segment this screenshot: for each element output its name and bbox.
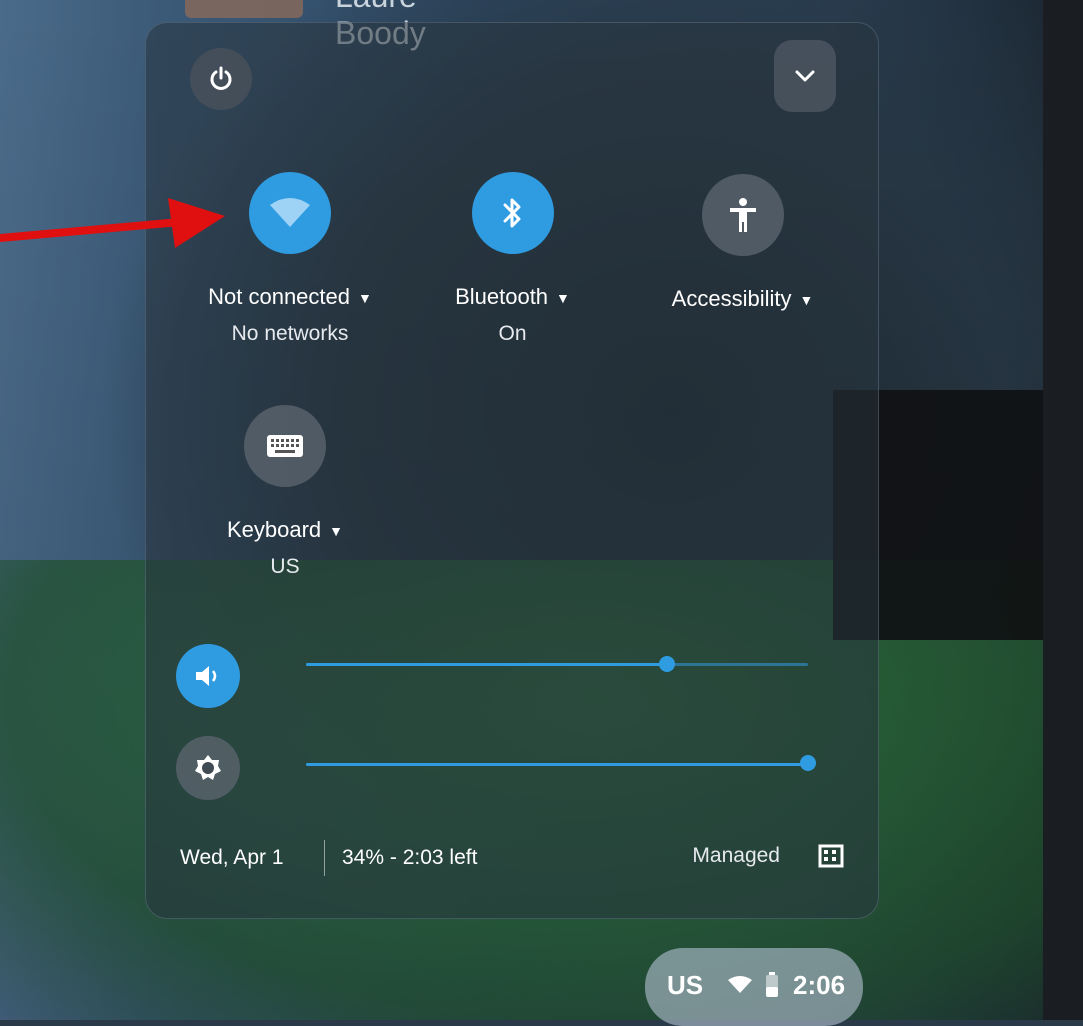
date-label[interactable]: Wed, Apr 1 [180, 846, 284, 870]
keyboard-label-row[interactable]: Keyboard ▼ [190, 517, 380, 543]
keyboard-icon [267, 435, 303, 457]
battery-icon [766, 972, 778, 997]
accessibility-label-row[interactable]: Accessibility ▼ [655, 286, 830, 312]
status-footer: Wed, Apr 1 34% - 2:03 left Managed [180, 840, 850, 880]
bluetooth-sub: On [498, 322, 527, 345]
caret-down-icon: ▼ [556, 290, 570, 307]
footer-divider [324, 840, 325, 876]
volume-fill [306, 663, 668, 666]
ime-indicator: US [667, 970, 704, 1000]
caret-down-icon: ▼ [329, 523, 344, 540]
power-icon [210, 66, 232, 90]
bluetooth-tile[interactable]: Bluetooth ▼ On [430, 172, 595, 346]
keyboard-tile[interactable]: Keyboard ▼ US [190, 405, 380, 579]
clock: 2:06 [793, 970, 846, 1000]
wifi-icon [728, 976, 752, 993]
status-tray[interactable]: US 2:06 [645, 948, 863, 1026]
volume-button[interactable] [176, 644, 240, 708]
caret-down-icon: ▼ [799, 292, 814, 309]
user-header: Laure Boody [185, 0, 485, 51]
bluetooth-toggle[interactable] [471, 172, 554, 254]
accessibility-toggle[interactable] [701, 174, 784, 256]
power-button[interactable] [190, 48, 252, 110]
avatar [185, 0, 303, 18]
annotation-arrow-icon [0, 198, 225, 248]
collapse-button[interactable] [774, 40, 836, 112]
battery-status[interactable]: 34% - 2:03 left [342, 846, 477, 870]
building-icon[interactable] [818, 842, 844, 874]
keyboard-sub: US [270, 555, 300, 578]
device-bezel [1043, 0, 1083, 1020]
brightness-button [176, 736, 240, 800]
accessibility-label: Accessibility [671, 286, 792, 311]
brightness-slider-thumb[interactable] [800, 755, 816, 771]
accessibility-icon [729, 198, 756, 232]
keyboard-toggle[interactable] [244, 405, 326, 487]
bluetooth-icon [503, 198, 520, 228]
network-label: Not connected [208, 284, 350, 309]
network-toggle[interactable] [249, 172, 331, 254]
bluetooth-label: Bluetooth [455, 284, 549, 309]
chevron-down-icon [795, 70, 815, 82]
caret-down-icon: ▼ [358, 290, 372, 307]
brightness-fill [306, 763, 808, 766]
keyboard-label: Keyboard [226, 517, 322, 542]
volume-icon [196, 666, 217, 686]
bluetooth-label-row[interactable]: Bluetooth ▼ [430, 284, 595, 310]
brightness-icon [195, 755, 221, 780]
accessibility-tile[interactable]: Accessibility ▼ [655, 174, 830, 312]
managed-label[interactable]: Managed [692, 844, 780, 868]
wifi-icon [270, 198, 310, 227]
network-label-row[interactable]: Not connected ▼ [195, 284, 385, 310]
network-sub: No networks [231, 322, 349, 345]
